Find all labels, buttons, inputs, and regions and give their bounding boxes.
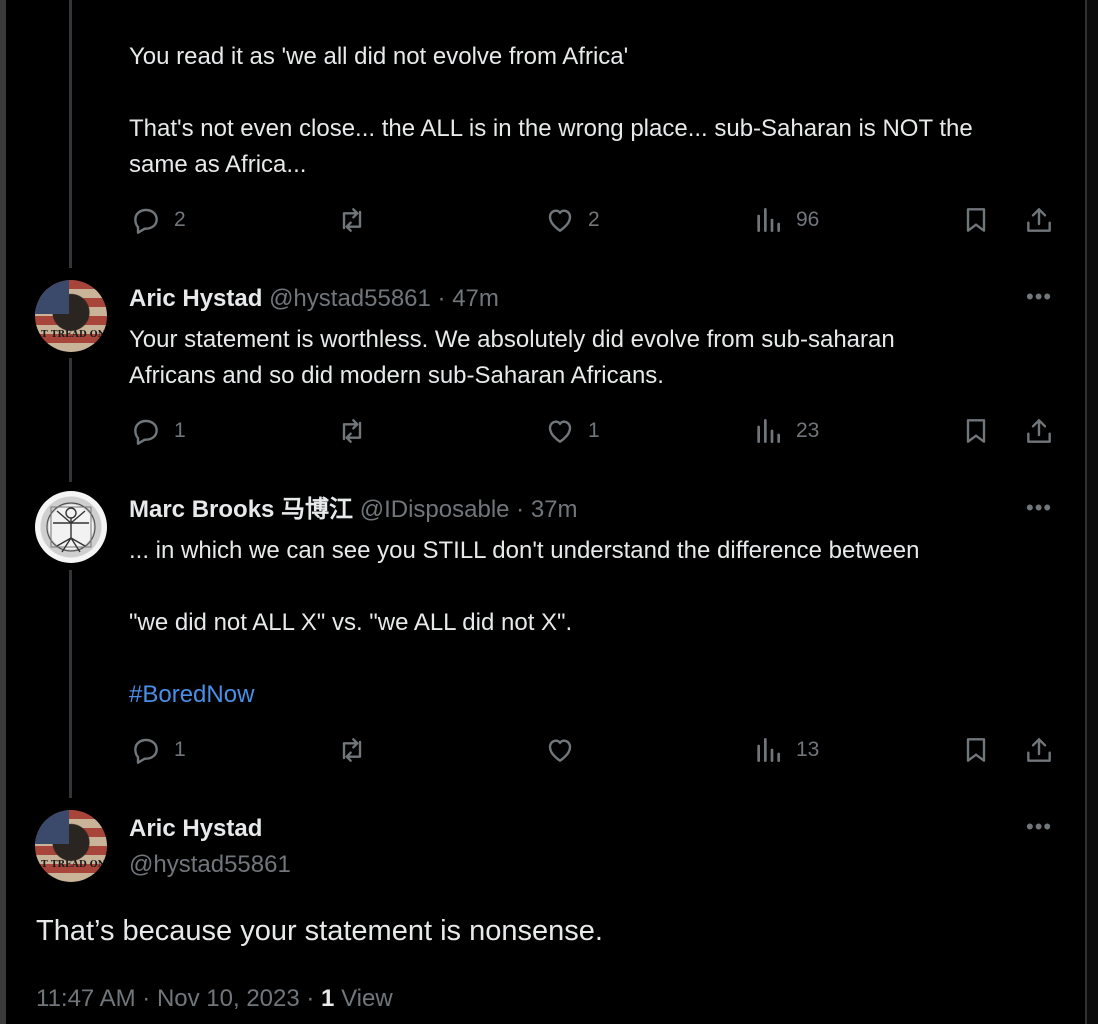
views-button[interactable]: 96 — [752, 200, 819, 240]
post-timestamp[interactable]: 11:47 AM · Nov 10, 2023 · — [36, 985, 321, 1012]
post-text-line: You read it as 'we all did not evolve fr… — [129, 43, 629, 70]
more-icon[interactable]: ••• — [1026, 284, 1052, 310]
avatar[interactable]: T TREAD ON — [35, 280, 107, 352]
like-button[interactable]: 2 — [544, 200, 600, 240]
bookmark-icon — [966, 419, 986, 443]
like-count: 1 — [588, 419, 600, 442]
post-text: That’s because your statement is nonsens… — [36, 915, 603, 947]
more-icon[interactable]: ••• — [1026, 495, 1052, 521]
post-text-line: same as Africa... — [129, 151, 307, 178]
author-handle[interactable]: @IDisposable — [360, 496, 510, 523]
post-header: Marc Brooks 马博江 @IDisposable · 37m — [129, 492, 578, 528]
post-text-line: ... in which we can see you STILL don't … — [129, 537, 920, 564]
reply-icon — [134, 738, 158, 764]
avatar[interactable]: T TREAD ON — [35, 810, 107, 882]
scrollbar-track[interactable] — [1087, 0, 1098, 1024]
post-text-line: Your statement is worthless. We absolute… — [129, 326, 895, 353]
like-icon — [548, 209, 572, 232]
author-handle[interactable]: @hystad55861 — [129, 847, 291, 883]
retweet-icon — [342, 738, 362, 762]
share-icon — [1027, 419, 1051, 443]
views-icon — [757, 208, 780, 232]
share-button[interactable] — [1023, 730, 1055, 770]
like-count: 2 — [588, 208, 600, 231]
like-icon — [548, 739, 572, 762]
views-button[interactable]: 13 — [752, 730, 819, 770]
share-button[interactable] — [1023, 200, 1055, 240]
views-label: View — [334, 985, 393, 1012]
share-button[interactable] — [1023, 411, 1055, 451]
bookmark-icon — [966, 738, 986, 762]
post-header: Aric Hystad @hystad55861 · 47m — [129, 281, 499, 317]
reply-count: 1 — [174, 419, 186, 442]
retweet-button[interactable] — [336, 411, 368, 451]
post-meta: 11:47 AM · Nov 10, 2023 · 1 View — [36, 982, 393, 1016]
left-border — [0, 0, 6, 1024]
like-button[interactable]: 1 — [544, 411, 600, 451]
bookmark-icon — [966, 208, 986, 232]
author-name[interactable]: Aric Hystad — [129, 811, 262, 847]
post-text-line: That's not even close... the ALL is in t… — [129, 115, 973, 142]
thread-line — [69, 0, 72, 268]
share-icon — [1027, 738, 1051, 762]
reply-button[interactable]: 1 — [130, 730, 186, 770]
action-bar: 2 2 96 — [130, 200, 1060, 240]
author-name[interactable]: Aric Hystad — [129, 285, 262, 312]
thread-line — [69, 570, 72, 798]
bookmark-button[interactable] — [960, 200, 992, 240]
views-icon — [757, 419, 780, 443]
views-count: 96 — [796, 208, 820, 231]
vitruvian-icon — [46, 502, 96, 553]
views-count: 23 — [796, 419, 820, 442]
like-icon — [548, 420, 572, 443]
action-bar: 1 13 — [130, 730, 1060, 770]
reply-icon — [134, 419, 158, 445]
thread-view: You read it as 'we all did not evolve fr… — [0, 0, 1098, 1024]
action-bar: 1 1 23 — [130, 411, 1060, 451]
views-count: 13 — [796, 738, 820, 761]
retweet-button[interactable] — [336, 200, 368, 240]
author-handle[interactable]: @hystad55861 — [269, 285, 431, 312]
avatar-text: T TREAD ON — [41, 860, 106, 870]
reply-icon — [134, 208, 158, 234]
views-icon — [757, 738, 780, 762]
more-icon[interactable]: ••• — [1026, 814, 1052, 840]
reply-count: 1 — [174, 738, 186, 761]
post-text-line: Africans and so did modern sub-Saharan A… — [129, 362, 664, 389]
post-time[interactable]: · 47m — [438, 285, 499, 312]
reply-count: 2 — [174, 208, 186, 231]
bookmark-button[interactable] — [960, 411, 992, 451]
retweet-icon — [342, 419, 362, 443]
share-icon — [1027, 208, 1051, 232]
avatar[interactable] — [35, 491, 107, 563]
bookmark-button[interactable] — [960, 730, 992, 770]
thread-line — [69, 358, 72, 482]
hashtag-link[interactable]: #BoredNow — [129, 677, 254, 713]
views-button[interactable]: 23 — [752, 411, 819, 451]
retweet-icon — [342, 208, 362, 232]
like-button[interactable] — [544, 730, 588, 770]
author-name[interactable]: Marc Brooks 马博江 — [129, 496, 353, 523]
retweet-button[interactable] — [336, 730, 368, 770]
post-time[interactable]: · 37m — [516, 496, 577, 523]
avatar-text: T TREAD ON — [41, 330, 106, 340]
post-text-line: "we did not ALL X" vs. "we ALL did not X… — [129, 609, 573, 636]
reply-button[interactable]: 1 — [130, 411, 186, 451]
views-count: 1 — [321, 985, 335, 1012]
reply-button[interactable]: 2 — [130, 200, 186, 240]
